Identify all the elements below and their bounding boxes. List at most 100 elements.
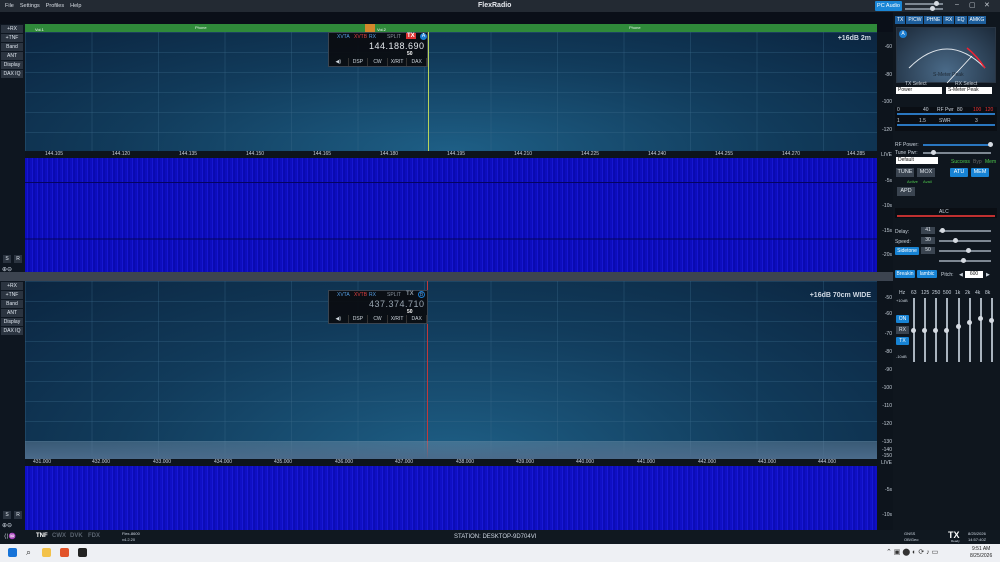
- pan1-frequency-axis[interactable]: 144.105 144.120 144.135 144.150 144.165 …: [25, 151, 877, 158]
- fdx-toggle[interactable]: FDX: [88, 533, 100, 539]
- r-button[interactable]: R: [14, 255, 22, 263]
- menu-settings[interactable]: Settings: [20, 3, 40, 9]
- delay-knob[interactable]: [940, 228, 945, 233]
- sidetone-slider[interactable]: [939, 250, 991, 252]
- ant-button[interactable]: ANT: [1, 52, 23, 60]
- start-icon[interactable]: [8, 548, 17, 557]
- split-button[interactable]: SPLIT: [387, 34, 401, 40]
- atu-button[interactable]: ATU: [950, 168, 968, 177]
- clock-time[interactable]: 9:51 AM: [972, 546, 990, 552]
- master-volume-knob[interactable]: [934, 1, 939, 6]
- eq-rx-button[interactable]: RX: [896, 326, 909, 334]
- dax-iq-button[interactable]: DAX IQ: [1, 327, 23, 335]
- xvtb-label[interactable]: XVTB: [354, 34, 367, 40]
- speed-slider[interactable]: [939, 240, 991, 242]
- split-button[interactable]: SPLIT: [387, 292, 401, 298]
- breakin-button[interactable]: Breakin: [895, 270, 915, 278]
- s-button[interactable]: S: [3, 255, 11, 263]
- zoom-icon[interactable]: ⊕⊖: [2, 522, 12, 529]
- sidetone-knob[interactable]: [966, 248, 971, 253]
- band-button[interactable]: Band: [1, 43, 23, 51]
- pc-audio-button[interactable]: PC Audio: [875, 1, 902, 11]
- mox-button[interactable]: MOX: [917, 168, 935, 177]
- sidetone-button[interactable]: Sidetone: [895, 247, 919, 255]
- clock-date[interactable]: 8/25/2026: [970, 553, 992, 559]
- slice-frequency[interactable]: 437.374.710: [369, 299, 425, 309]
- pan2-frequency-axis[interactable]: 431.000 432.000 433.000 434.000 435.000 …: [25, 459, 877, 466]
- tx-select-dropdown[interactable]: Power: [896, 87, 942, 94]
- speed-knob[interactable]: [953, 238, 958, 243]
- ant-button[interactable]: ANT: [1, 309, 23, 317]
- minimize-icon[interactable]: –: [955, 1, 959, 8]
- eq-sliders[interactable]: [911, 298, 994, 362]
- headphone-volume-knob[interactable]: [930, 6, 935, 11]
- pan-separator[interactable]: [0, 272, 893, 281]
- display-button[interactable]: Display: [1, 61, 23, 69]
- tab-pcw[interactable]: P/CW: [906, 16, 924, 24]
- slice-b-flag[interactable]: XVTA XVTB RX SPLIT TX B 437.374.710 50 ◀…: [328, 290, 428, 324]
- close-icon[interactable]: ✕: [984, 1, 990, 9]
- add-rx-button[interactable]: +RX: [1, 282, 23, 290]
- pitch-down-icon[interactable]: ◀: [959, 272, 963, 278]
- xvtb-label[interactable]: XVTB: [354, 292, 367, 298]
- rf-power-knob[interactable]: [988, 142, 993, 147]
- add-tnf-button[interactable]: +TNF: [1, 291, 23, 299]
- rf-power-slider[interactable]: [923, 144, 991, 146]
- mem-button[interactable]: MEM: [971, 168, 989, 177]
- iambic-button[interactable]: Iambic: [917, 270, 937, 278]
- dax-button[interactable]: DAX: [407, 315, 427, 323]
- dsp-button[interactable]: DSP: [349, 58, 369, 66]
- pan2-db-axis[interactable]: -50 -60 -70 -80 -90 -100 -110 -120 -130 …: [877, 281, 893, 459]
- tab-amkg[interactable]: AMKG: [967, 16, 987, 24]
- tx-button[interactable]: TX: [406, 33, 416, 39]
- dvk-toggle[interactable]: DVK: [70, 533, 83, 539]
- cw-button[interactable]: CW: [368, 315, 388, 323]
- menu-help[interactable]: Help: [70, 3, 81, 9]
- dax-button[interactable]: DAX: [407, 58, 427, 66]
- flexradio-app-icon[interactable]: [78, 548, 87, 557]
- slice-a-marker[interactable]: [428, 32, 429, 151]
- headphone-volume-slider[interactable]: [905, 8, 943, 10]
- slice-frequency[interactable]: 144.188.690: [369, 41, 425, 51]
- band-button[interactable]: Band: [1, 300, 23, 308]
- cwx-toggle[interactable]: CWX: [52, 533, 66, 539]
- eq-on-button[interactable]: ON: [896, 315, 909, 323]
- dax-iq-button[interactable]: DAX IQ: [1, 70, 23, 78]
- dsp-button[interactable]: DSP: [349, 315, 369, 323]
- tune-button[interactable]: TUNE: [896, 168, 914, 177]
- tray-icons[interactable]: ⌃ ▣ ⬤ ◐ ⟳ ♪ ▭: [886, 548, 938, 556]
- rx-select-dropdown[interactable]: S-Meter Peak: [946, 87, 992, 94]
- tab-phne[interactable]: PHNE: [924, 16, 943, 24]
- delay-value[interactable]: 41: [921, 227, 935, 234]
- audio-icon[interactable]: ◀): [329, 315, 349, 323]
- tnf-icon[interactable]: ⟨⟩♒: [4, 533, 16, 540]
- s-button[interactable]: S: [3, 511, 11, 519]
- xvta-label[interactable]: XVTA: [337, 34, 350, 40]
- pan1-db-axis[interactable]: -60 -80 -100 -120: [877, 32, 893, 151]
- cw-volume-knob[interactable]: [961, 258, 966, 263]
- file-explorer-icon[interactable]: [42, 548, 51, 557]
- search-icon[interactable]: ⌕: [26, 548, 35, 557]
- tab-rx[interactable]: RX: [943, 16, 955, 24]
- menu-file[interactable]: File: [5, 3, 14, 9]
- tab-eq[interactable]: EQ: [955, 16, 967, 24]
- pitch-value[interactable]: 600: [965, 271, 983, 278]
- brave-browser-icon[interactable]: [60, 548, 69, 557]
- menu-profiles[interactable]: Profiles: [46, 3, 64, 9]
- display-button[interactable]: Display: [1, 318, 23, 326]
- pan1-waterfall[interactable]: [25, 158, 877, 272]
- tnf-toggle[interactable]: TNF: [36, 533, 48, 539]
- sidetone-value[interactable]: 50: [921, 247, 935, 254]
- xrit-button[interactable]: X/RIT: [388, 315, 408, 323]
- pitch-up-icon[interactable]: ▶: [986, 272, 990, 278]
- tab-tx[interactable]: TX: [895, 16, 906, 24]
- xvta-label[interactable]: XVTA: [337, 292, 350, 298]
- tx-profile-dropdown[interactable]: Default: [896, 157, 938, 164]
- add-tnf-button[interactable]: +TNF: [1, 34, 23, 42]
- eq-tx-button[interactable]: TX: [896, 337, 909, 345]
- cw-button[interactable]: CW: [368, 58, 388, 66]
- speed-value[interactable]: 30: [921, 237, 935, 244]
- delay-slider[interactable]: [939, 230, 991, 232]
- apd-button[interactable]: APD: [897, 187, 915, 196]
- maximize-icon[interactable]: ▢: [969, 1, 976, 9]
